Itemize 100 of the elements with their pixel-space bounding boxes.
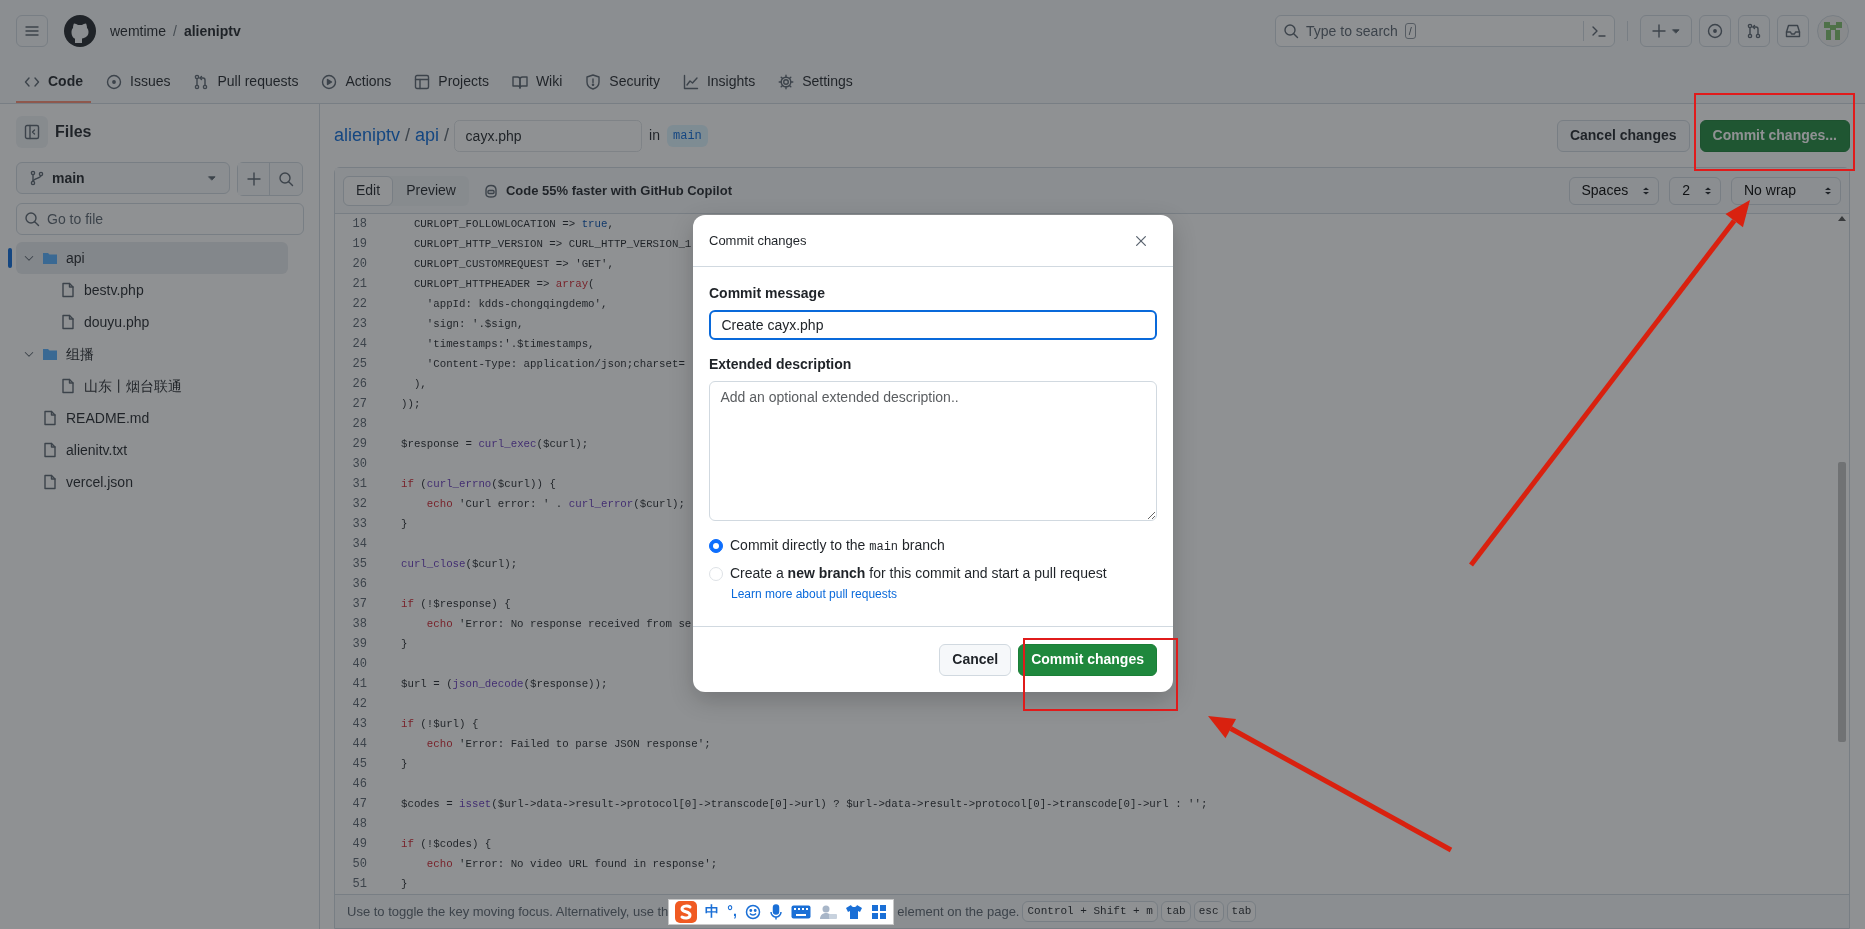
shield-icon bbox=[585, 73, 602, 90]
owner-link[interactable]: wemtime bbox=[110, 20, 166, 42]
mode-tab[interactable]: Preview bbox=[393, 175, 469, 206]
code-line: } bbox=[401, 756, 408, 772]
file-item[interactable]: 山东丨烟台联通 bbox=[16, 370, 288, 402]
pull-requests-button[interactable] bbox=[1738, 15, 1770, 47]
line-number: 19 bbox=[351, 236, 367, 253]
file-item[interactable]: bestv.php bbox=[16, 274, 288, 306]
editor-select[interactable]: Spaces bbox=[1568, 176, 1660, 205]
commit-button[interactable]: Commit changes... bbox=[1699, 119, 1850, 152]
line-number: 34 bbox=[351, 536, 367, 553]
editor-select[interactable]: No wrap bbox=[1731, 176, 1841, 205]
repo-link[interactable]: alieniptv bbox=[183, 20, 241, 42]
issue-icon bbox=[1707, 23, 1723, 39]
code-line: 'appId: kdds-chongqingdemo', bbox=[425, 296, 608, 312]
line-number: 44 bbox=[351, 736, 367, 753]
pull-request-icon bbox=[193, 73, 210, 90]
ime-logo-icon[interactable] bbox=[675, 900, 698, 923]
breadcrumb-link[interactable]: alieniptv bbox=[334, 122, 401, 149]
commit-option-radio[interactable] bbox=[709, 538, 723, 553]
key-hint: Control + Shift + m bbox=[1022, 901, 1158, 922]
sidebar-title: Files bbox=[55, 122, 92, 142]
ime-mode[interactable]: 中 bbox=[705, 901, 720, 922]
keyboard-icon[interactable] bbox=[790, 904, 811, 919]
file-item[interactable]: douyu.php bbox=[16, 306, 288, 338]
editor-select[interactable]: 2 bbox=[1669, 176, 1721, 205]
folder-icon bbox=[42, 346, 58, 362]
folder-icon bbox=[42, 250, 58, 266]
user-icon[interactable] bbox=[818, 903, 837, 920]
description-field[interactable]: Add an optional extended description.. bbox=[709, 381, 1157, 521]
repo-tab[interactable]: Insights bbox=[674, 62, 764, 103]
help-text: element on the page. bbox=[897, 902, 1020, 921]
sidebar-toggle-button[interactable] bbox=[16, 116, 48, 148]
mode-tab[interactable]: Edit bbox=[343, 175, 394, 206]
add-file-button[interactable] bbox=[238, 163, 270, 195]
code-line: echo 'Error: No response received from se bbox=[425, 616, 692, 632]
ime-toolbar[interactable]: 中 °, bbox=[668, 898, 894, 925]
branch-icon bbox=[29, 170, 45, 186]
grid-icon[interactable] bbox=[870, 903, 887, 920]
line-number: 21 bbox=[351, 276, 367, 293]
line-number: 30 bbox=[351, 456, 367, 473]
cancel-button[interactable]: Cancel changes bbox=[1556, 119, 1690, 152]
repo-tab[interactable]: Wiki bbox=[503, 62, 571, 103]
filename-field[interactable]: cayx.php bbox=[454, 119, 643, 152]
emoji-icon[interactable] bbox=[744, 903, 761, 920]
key-hint: esc bbox=[1193, 901, 1224, 922]
logo-icon[interactable] bbox=[64, 15, 96, 47]
line-number: 25 bbox=[351, 356, 367, 373]
menu-button[interactable] bbox=[16, 15, 48, 47]
line-number: 28 bbox=[351, 416, 367, 433]
repo-tab[interactable]: Projects bbox=[406, 62, 497, 103]
line-number: 33 bbox=[351, 516, 367, 533]
file-item[interactable]: alienitv.txt bbox=[16, 434, 288, 466]
search-icon bbox=[1283, 23, 1299, 39]
line-number: 49 bbox=[351, 836, 367, 853]
repo-tab[interactable]: Issues bbox=[98, 62, 179, 103]
microphone-icon[interactable] bbox=[768, 903, 783, 920]
line-number: 45 bbox=[351, 756, 367, 773]
shirt-icon[interactable] bbox=[844, 903, 863, 920]
repo-tab[interactable]: Settings bbox=[770, 62, 861, 103]
path-separator: / bbox=[444, 124, 450, 147]
file-search-field[interactable]: Go to file bbox=[16, 203, 304, 235]
in-label: in bbox=[649, 126, 660, 145]
repo-tab[interactable]: Actions bbox=[313, 62, 400, 103]
file-icon bbox=[42, 442, 58, 458]
commit-button[interactable]: Commit changes bbox=[1018, 643, 1157, 676]
file-item[interactable]: vercel.json bbox=[16, 466, 288, 498]
caret-icon bbox=[207, 173, 217, 183]
file-item[interactable]: README.md bbox=[16, 402, 288, 434]
line-number: 20 bbox=[351, 256, 367, 273]
inbox-button[interactable] bbox=[1777, 15, 1809, 47]
plus-icon bbox=[1651, 23, 1668, 39]
line-number: 50 bbox=[351, 856, 367, 873]
dialog-title: Commit changes bbox=[709, 231, 808, 250]
repo-tab[interactable]: Security bbox=[577, 62, 668, 103]
folder-item[interactable]: 组播 bbox=[16, 338, 288, 370]
search-field[interactable]: Type to search / bbox=[1275, 15, 1615, 47]
breadcrumb-link[interactable]: api bbox=[415, 122, 440, 149]
create-dropdown-button[interactable] bbox=[1640, 15, 1692, 47]
settings-icon bbox=[778, 73, 795, 90]
learn-more-link[interactable]: Learn more about pull requests bbox=[731, 587, 898, 601]
line-number: 26 bbox=[351, 376, 367, 393]
copilot-promo: Code 55% faster with GitHub Copilot bbox=[505, 181, 732, 200]
line-number: 46 bbox=[351, 776, 367, 793]
field-label: Extended description bbox=[709, 355, 853, 374]
avatar[interactable] bbox=[1817, 15, 1849, 47]
commit-message-field[interactable]: Create cayx.php bbox=[709, 310, 1157, 340]
cancel-button[interactable]: Cancel bbox=[939, 643, 1012, 676]
inbox-icon bbox=[1785, 23, 1801, 39]
play-icon bbox=[321, 73, 338, 90]
code-line: echo 'Error: No video URL found in response'; bbox=[425, 856, 718, 872]
repo-tab[interactable]: Pull requests bbox=[185, 62, 307, 103]
repo-tab[interactable]: Code bbox=[16, 62, 91, 103]
scrollbar-thumb[interactable] bbox=[1838, 462, 1846, 742]
path-separator: / bbox=[405, 124, 411, 147]
issues-button[interactable] bbox=[1699, 15, 1731, 47]
branch-dropdown[interactable]: main bbox=[16, 162, 230, 194]
menu-icon bbox=[24, 23, 40, 39]
punctuation-toggle[interactable]: °, bbox=[727, 901, 737, 922]
line-number: 41 bbox=[351, 676, 367, 693]
